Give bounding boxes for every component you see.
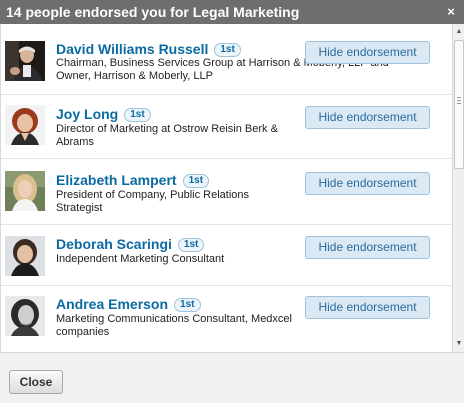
connection-degree-badge: 1st xyxy=(124,108,151,122)
connection-degree-badge: 1st xyxy=(177,238,205,252)
connection-degree-badge: 1st xyxy=(182,174,210,188)
endorser-name[interactable]: Elizabeth Lampert 1st xyxy=(56,172,210,188)
scrollbar[interactable]: ▲ ▼ xyxy=(452,24,464,352)
endorser-name[interactable]: Joy Long 1st xyxy=(56,106,151,122)
list-item: Joy Long 1st Director of Marketing at Ost… xyxy=(1,95,452,159)
endorser-name[interactable]: Deborah Scaringi 1st xyxy=(56,236,205,252)
scrollbar-thumb[interactable] xyxy=(454,40,464,169)
dialog-footer: Close xyxy=(0,352,464,403)
list-item: Deborah Scaringi 1st Independent Marketin… xyxy=(1,225,452,286)
endorser-headline: Marketing Communications Consultant, Med… xyxy=(56,313,292,338)
list-item: Andrea Emerson 1st Marketing Communicatio… xyxy=(1,286,452,352)
endorser-list[interactable]: David Williams Russell 1st Chairman, Busi… xyxy=(0,24,452,352)
hide-endorsement-button[interactable]: Hide endorsement xyxy=(305,236,430,259)
close-button[interactable]: Close xyxy=(9,370,63,394)
list-item: Elizabeth Lampert 1st President of Compan… xyxy=(1,159,452,225)
avatar[interactable] xyxy=(5,296,45,336)
close-x-icon[interactable]: × xyxy=(444,0,458,24)
hide-endorsement-button[interactable]: Hide endorsement xyxy=(305,106,430,129)
avatar[interactable] xyxy=(5,236,45,276)
endorser-name[interactable]: David Williams Russell 1st xyxy=(56,41,241,57)
hide-endorsement-button[interactable]: Hide endorsement xyxy=(305,172,430,195)
hide-endorsement-button[interactable]: Hide endorsement xyxy=(305,41,430,64)
dialog-title: 14 people endorsed you for Legal Marketi… xyxy=(6,4,300,20)
hide-endorsement-button[interactable]: Hide endorsement xyxy=(305,296,430,319)
endorser-headline: Director of Marketing at Ostrow Reisin B… xyxy=(56,123,278,148)
scroll-up-arrow-icon[interactable]: ▲ xyxy=(453,26,464,38)
avatar[interactable] xyxy=(5,41,45,81)
connection-degree-badge: 1st xyxy=(174,298,201,312)
dialog-titlebar: 14 people endorsed you for Legal Marketi… xyxy=(0,0,464,24)
scrollbar-grip-icon xyxy=(457,97,461,107)
scroll-down-arrow-icon[interactable]: ▼ xyxy=(453,338,464,350)
endorser-headline: President of Company, Public Relations S… xyxy=(56,189,250,214)
connection-degree-badge: 1st xyxy=(214,43,241,57)
avatar[interactable] xyxy=(5,105,45,145)
list-item: David Williams Russell 1st Chairman, Busi… xyxy=(1,24,452,95)
avatar[interactable] xyxy=(5,171,45,211)
endorser-name[interactable]: Andrea Emerson 1st xyxy=(56,296,201,312)
